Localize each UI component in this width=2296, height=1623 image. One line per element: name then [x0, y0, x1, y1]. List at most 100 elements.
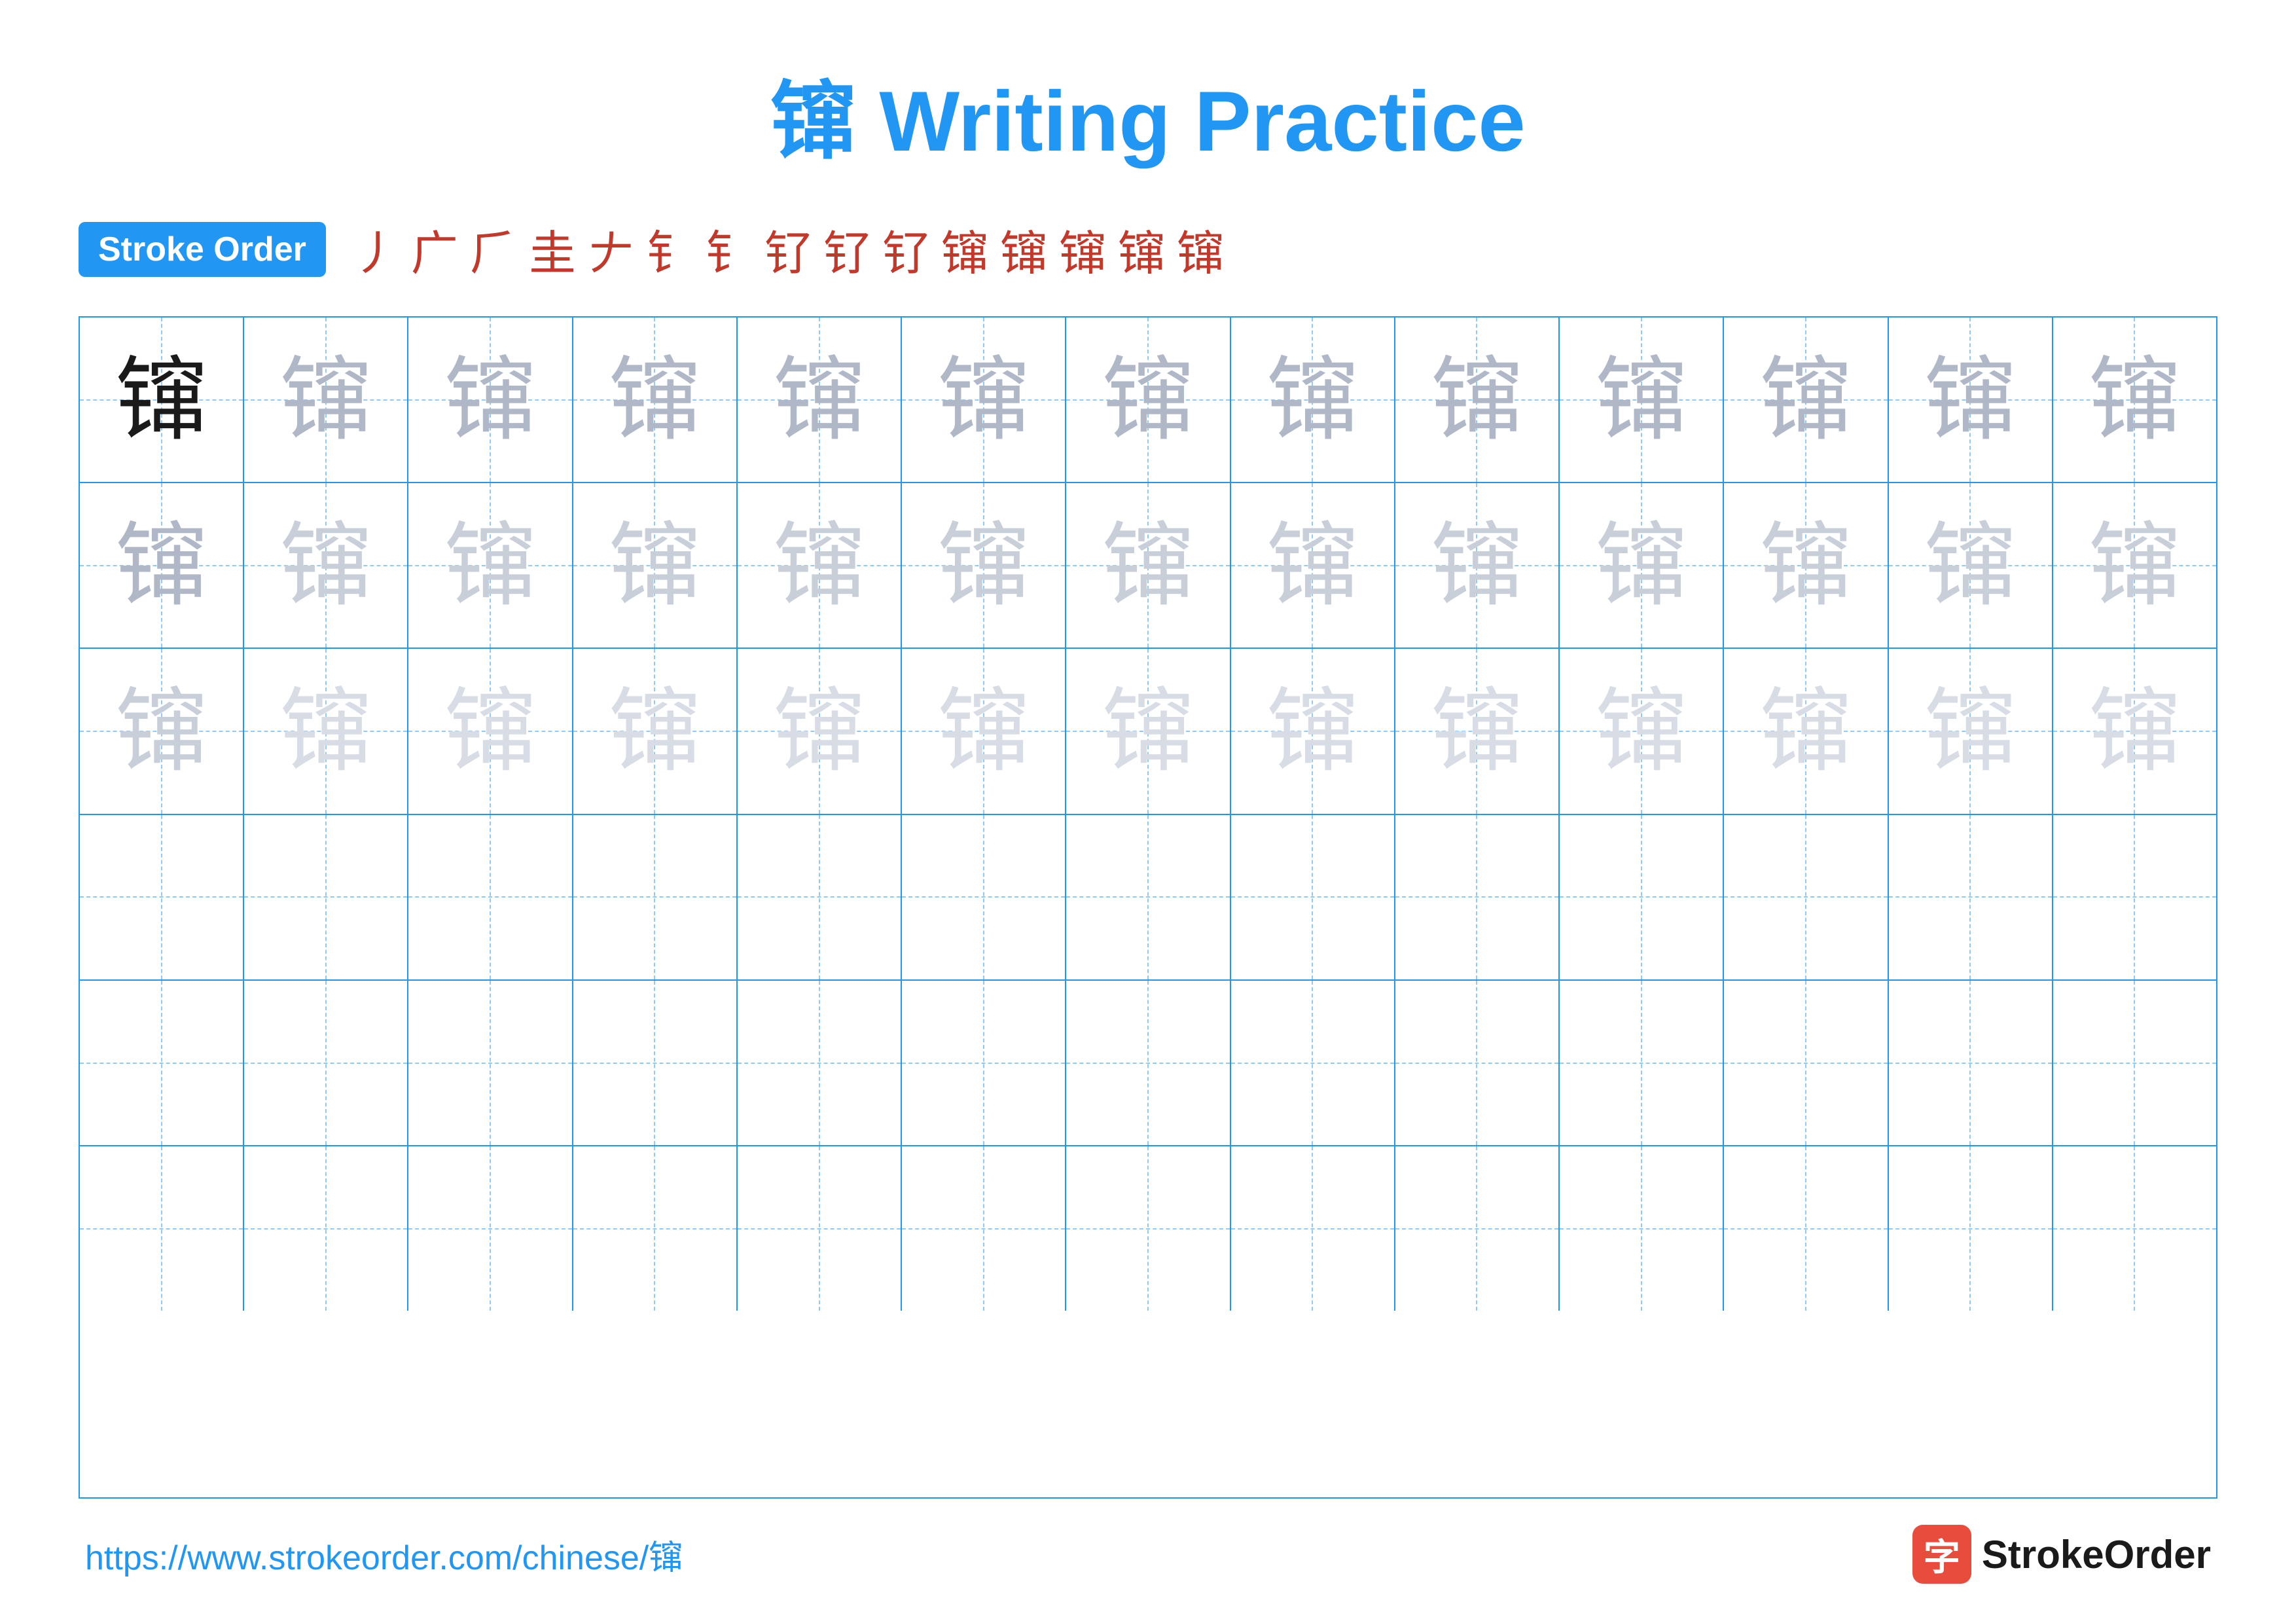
cell-r3c4[interactable]: 镩 [573, 649, 738, 813]
stroke-13: 镩 [1059, 215, 1106, 283]
char-r1c11: 镩 [1760, 354, 1852, 446]
cell-r1c8[interactable]: 镩 [1231, 318, 1395, 482]
cell-r2c1[interactable]: 镩 [80, 483, 244, 647]
cell-r2c6[interactable]: 镩 [902, 483, 1066, 647]
stroke-8: 钌 [764, 215, 812, 283]
cell-r6c13[interactable] [2053, 1146, 2216, 1311]
cell-r2c7[interactable]: 镩 [1066, 483, 1230, 647]
cell-r6c10[interactable] [1560, 1146, 1724, 1311]
cell-r4c3[interactable] [408, 815, 573, 979]
cell-r3c5[interactable]: 镩 [738, 649, 902, 813]
cell-r6c4[interactable] [573, 1146, 738, 1311]
cell-r3c13[interactable]: 镩 [2053, 649, 2216, 813]
cell-r6c7[interactable] [1066, 1146, 1230, 1311]
char-r1c4: 镩 [609, 354, 700, 446]
cell-r3c8[interactable]: 镩 [1231, 649, 1395, 813]
cell-r3c9[interactable]: 镩 [1395, 649, 1560, 813]
stroke-order-row: Stroke Order 丿 广 ⺁ 圭 𠂇 钅 钅 钌 钌 钌 镩 镩 镩 镩… [79, 215, 2217, 283]
cell-r4c5[interactable] [738, 815, 902, 979]
cell-r6c12[interactable] [1889, 1146, 2053, 1311]
cell-r2c2[interactable]: 镩 [244, 483, 408, 647]
char-r3c4: 镩 [609, 685, 700, 777]
cell-r4c6[interactable] [902, 815, 1066, 979]
cell-r1c7[interactable]: 镩 [1066, 318, 1230, 482]
footer: https://www.strokeorder.com/chinese/镩 字 … [79, 1525, 2217, 1584]
char-r2c13: 镩 [2089, 520, 2180, 611]
cell-r3c3[interactable]: 镩 [408, 649, 573, 813]
cell-r4c13[interactable] [2053, 815, 2216, 979]
cell-r5c13[interactable] [2053, 981, 2216, 1145]
cell-r1c13[interactable]: 镩 [2053, 318, 2216, 482]
char-r1c7: 镩 [1102, 354, 1194, 446]
char-r3c7: 镩 [1102, 685, 1194, 777]
footer-url[interactable]: https://www.strokeorder.com/chinese/镩 [85, 1530, 683, 1579]
cell-r1c1[interactable]: 镩 [80, 318, 244, 482]
cell-r3c11[interactable]: 镩 [1724, 649, 1888, 813]
char-r3c10: 镩 [1596, 685, 1687, 777]
cell-r4c12[interactable] [1889, 815, 2053, 979]
cell-r6c2[interactable] [244, 1146, 408, 1311]
cell-r2c12[interactable]: 镩 [1889, 483, 2053, 647]
cell-r1c2[interactable]: 镩 [244, 318, 408, 482]
cell-r1c6[interactable]: 镩 [902, 318, 1066, 482]
cell-r5c3[interactable] [408, 981, 573, 1145]
cell-r6c11[interactable] [1724, 1146, 1888, 1311]
cell-r3c2[interactable]: 镩 [244, 649, 408, 813]
cell-r5c7[interactable] [1066, 981, 1230, 1145]
cell-r4c11[interactable] [1724, 815, 1888, 979]
cell-r2c3[interactable]: 镩 [408, 483, 573, 647]
footer-logo-text: StrokeOrder [1982, 1532, 2211, 1577]
char-r2c1: 镩 [116, 520, 207, 611]
cell-r1c12[interactable]: 镩 [1889, 318, 2053, 482]
cell-r1c11[interactable]: 镩 [1724, 318, 1888, 482]
cell-r2c9[interactable]: 镩 [1395, 483, 1560, 647]
cell-r4c8[interactable] [1231, 815, 1395, 979]
cell-r5c11[interactable] [1724, 981, 1888, 1145]
cell-r4c4[interactable] [573, 815, 738, 979]
cell-r5c5[interactable] [738, 981, 902, 1145]
cell-r3c6[interactable]: 镩 [902, 649, 1066, 813]
cell-r6c8[interactable] [1231, 1146, 1395, 1311]
cell-r2c11[interactable]: 镩 [1724, 483, 1888, 647]
char-r1c12: 镩 [1924, 354, 2016, 446]
cell-r6c9[interactable] [1395, 1146, 1560, 1311]
char-r2c11: 镩 [1760, 520, 1852, 611]
cell-r1c10[interactable]: 镩 [1560, 318, 1724, 482]
cell-r3c12[interactable]: 镩 [1889, 649, 2053, 813]
cell-r2c5[interactable]: 镩 [738, 483, 902, 647]
cell-r2c8[interactable]: 镩 [1231, 483, 1395, 647]
cell-r1c3[interactable]: 镩 [408, 318, 573, 482]
cell-r6c3[interactable] [408, 1146, 573, 1311]
cell-r4c2[interactable] [244, 815, 408, 979]
char-r3c8: 镩 [1266, 685, 1358, 777]
cell-r5c8[interactable] [1231, 981, 1395, 1145]
stroke-3: ⺁ [470, 215, 517, 283]
cell-r2c4[interactable]: 镩 [573, 483, 738, 647]
cell-r5c10[interactable] [1560, 981, 1724, 1145]
cell-r5c1[interactable] [80, 981, 244, 1145]
cell-r3c7[interactable]: 镩 [1066, 649, 1230, 813]
cell-r6c6[interactable] [902, 1146, 1066, 1311]
cell-r3c10[interactable]: 镩 [1560, 649, 1724, 813]
char-r2c3: 镩 [444, 520, 536, 611]
cell-r5c9[interactable] [1395, 981, 1560, 1145]
cell-r1c5[interactable]: 镩 [738, 318, 902, 482]
cell-r5c2[interactable] [244, 981, 408, 1145]
cell-r5c6[interactable] [902, 981, 1066, 1145]
cell-r4c9[interactable] [1395, 815, 1560, 979]
cell-r4c1[interactable] [80, 815, 244, 979]
cell-r5c4[interactable] [573, 981, 738, 1145]
cell-r2c13[interactable]: 镩 [2053, 483, 2216, 647]
cell-r1c9[interactable]: 镩 [1395, 318, 1560, 482]
cell-r2c10[interactable]: 镩 [1560, 483, 1724, 647]
cell-r1c4[interactable]: 镩 [573, 318, 738, 482]
grid-row-4 [80, 815, 2216, 981]
cell-r3c1[interactable]: 镩 [80, 649, 244, 813]
char-r3c5: 镩 [774, 685, 865, 777]
cell-r5c12[interactable] [1889, 981, 2053, 1145]
cell-r6c1[interactable] [80, 1146, 244, 1311]
stroke-sequence: 丿 广 ⺁ 圭 𠂇 钅 钅 钌 钌 钌 镩 镩 镩 镩 镩 [352, 215, 1224, 283]
cell-r4c10[interactable] [1560, 815, 1724, 979]
cell-r6c5[interactable] [738, 1146, 902, 1311]
cell-r4c7[interactable] [1066, 815, 1230, 979]
